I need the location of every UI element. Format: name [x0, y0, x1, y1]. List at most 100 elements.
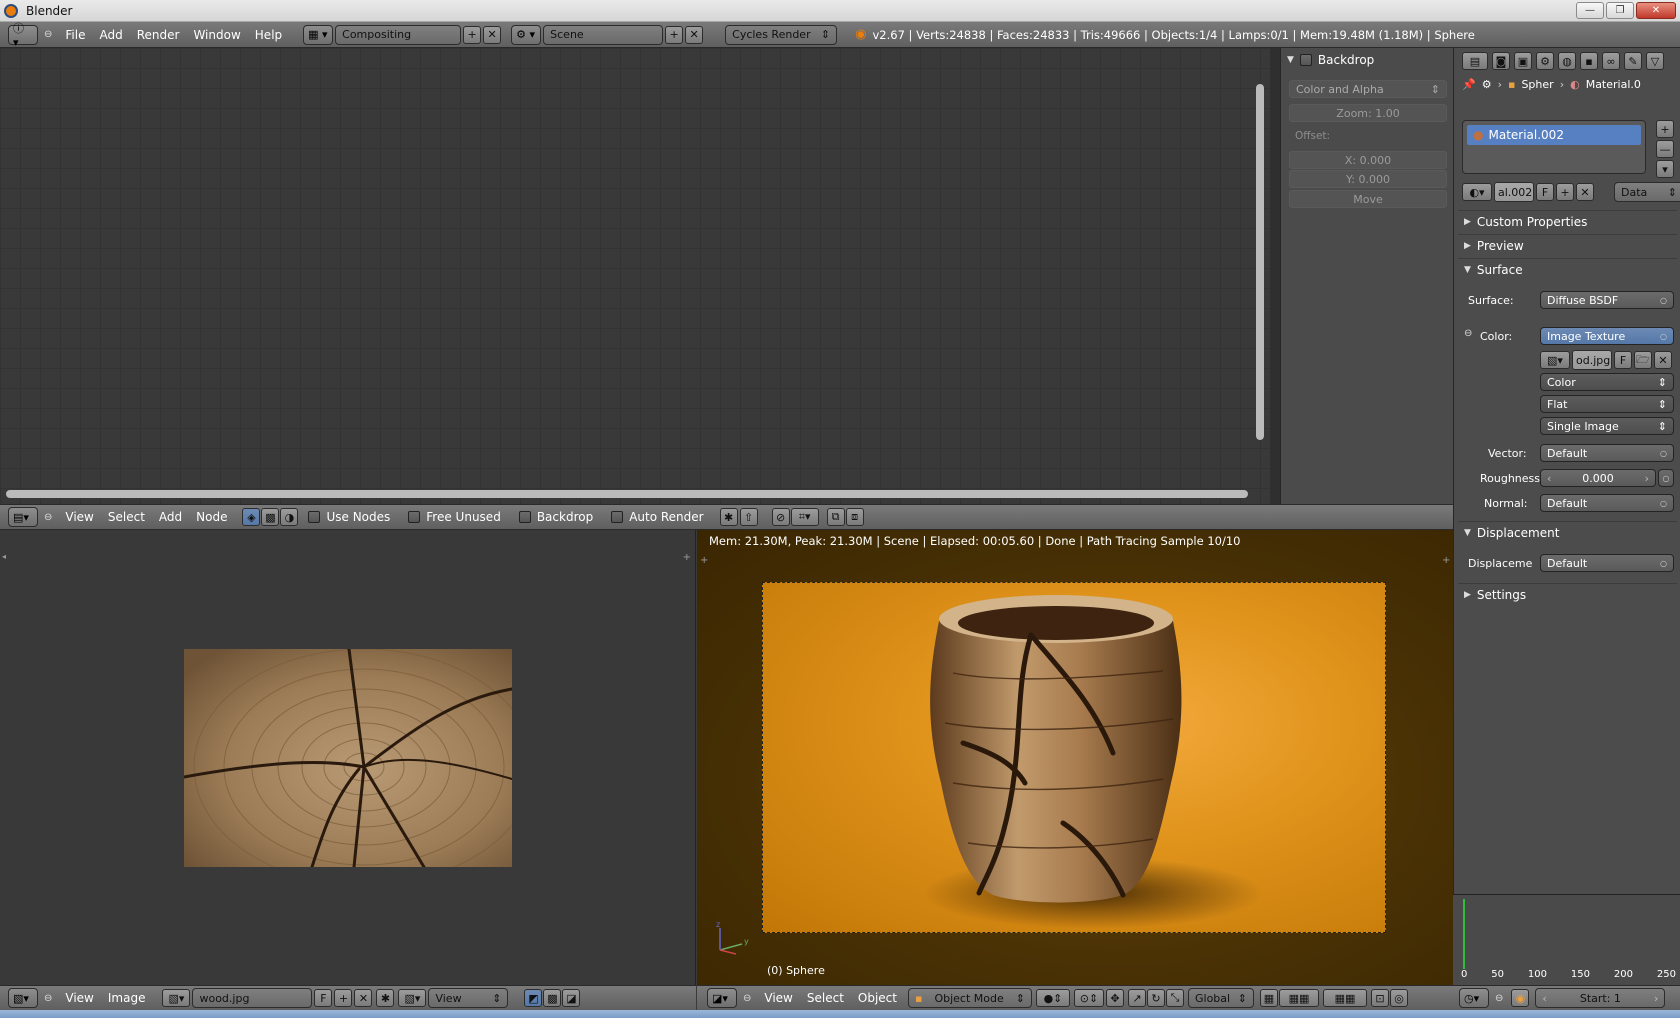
add-screen-button[interactable]: +	[463, 25, 482, 44]
unlink-image-button[interactable]: ✕	[1654, 351, 1672, 369]
editor-type-info-button[interactable]: ⓘ ▾	[8, 22, 38, 49]
color-input-dropdown[interactable]: Image Texture ○	[1540, 327, 1674, 345]
menu-add[interactable]: Add	[152, 510, 189, 524]
layer-buttons-group-1[interactable]: ▦▦	[1279, 989, 1319, 1007]
roughness-socket-button[interactable]: ○	[1658, 469, 1674, 487]
collapse-menu-icon[interactable]: ⊖	[1495, 993, 1503, 1004]
vector-input-dropdown[interactable]: Default ○	[1540, 444, 1674, 462]
image-browse-button[interactable]: ▧▾	[1540, 351, 1570, 369]
screen-layout-browse-button[interactable]: ▦ ▾	[303, 24, 334, 45]
delete-screen-button[interactable]: ✕	[483, 25, 502, 44]
draw-rgb-alpha-button[interactable]: ◩	[524, 989, 543, 1007]
increment-arrow-icon[interactable]: ›	[1645, 472, 1649, 485]
checkbox[interactable]	[518, 511, 531, 523]
manipulator-toggle-button[interactable]: ✥	[1106, 989, 1124, 1007]
image-browse-button[interactable]: ▧▾	[162, 989, 191, 1007]
region-toggle-icon[interactable]: ◂	[2, 552, 6, 561]
backdrop-panel-header[interactable]: ▼ Backdrop	[1281, 48, 1453, 72]
add-material-slot-button[interactable]: +	[1656, 120, 1674, 138]
draw-alpha-button[interactable]: ◪	[562, 989, 581, 1007]
tab-constraints[interactable]: ∞	[1602, 52, 1620, 70]
region-toggle-icon[interactable]: +	[1442, 555, 1450, 566]
collapse-menu-icon[interactable]: ⊖	[44, 512, 52, 523]
start-frame-field[interactable]: ‹ Start: 1 ›	[1535, 988, 1666, 1008]
current-frame-indicator[interactable]	[1463, 899, 1465, 969]
timeline-area[interactable]: 0 50 100 150 200 250	[1453, 894, 1680, 985]
close-button[interactable]: ✕	[1636, 2, 1676, 19]
collapse-menu-icon[interactable]: ⊖	[44, 29, 52, 40]
backdrop-move-button[interactable]: Move	[1289, 190, 1447, 208]
node-editor-canvas[interactable]	[0, 48, 1270, 504]
decrement-arrow-icon[interactable]: ‹	[1542, 992, 1546, 1005]
pin-image-button[interactable]: ✱	[376, 989, 395, 1007]
material-slot-item[interactable]: ● Material.002	[1467, 125, 1641, 145]
tab-scene[interactable]: ⚙	[1536, 52, 1554, 70]
add-scene-button[interactable]: +	[665, 25, 684, 44]
shader-nodes-button[interactable]: ◈	[242, 508, 261, 526]
image-source-dropdown[interactable]: Single Image ⇕	[1540, 417, 1674, 435]
image-name-field[interactable]: wood.jpg	[192, 988, 313, 1008]
open-image-button[interactable]: 🗁	[1634, 351, 1652, 369]
unlink-image-button[interactable]: ✕	[354, 989, 373, 1007]
parent-node-tree-button[interactable]: ⇧	[739, 508, 758, 526]
section-custom-properties[interactable]: ▶ Custom Properties	[1458, 210, 1677, 232]
section-displacement[interactable]: ▼ Displacement	[1458, 521, 1677, 543]
scale-manipulator-button[interactable]: ⤡	[1166, 989, 1184, 1007]
checkbox[interactable]	[308, 511, 321, 523]
material-specials-button[interactable]: ▾	[1656, 160, 1674, 178]
editor-type-node-button[interactable]: ▤▾	[8, 507, 38, 527]
unlink-material-button[interactable]: ✕	[1576, 183, 1594, 201]
backdrop-toggle[interactable]: Backdrop	[518, 510, 593, 524]
menu-image[interactable]: Image	[101, 991, 153, 1005]
menu-node[interactable]: Node	[189, 510, 234, 524]
section-preview[interactable]: ▶ Preview	[1458, 234, 1677, 256]
image-name-field[interactable]: od.jpg	[1572, 350, 1612, 370]
editor-type-timeline-button[interactable]: ◷▾	[1459, 988, 1489, 1008]
tab-object[interactable]: ▪	[1580, 52, 1598, 70]
material-browse-button[interactable]: ◐▾	[1462, 183, 1492, 201]
backdrop-offset-y-field[interactable]: Y: 0.000	[1289, 170, 1447, 188]
view-mode-dropdown[interactable]: View ⇕	[428, 988, 509, 1008]
image-mode-button[interactable]: ▧▾	[398, 989, 427, 1007]
snap-toggle-button[interactable]: ⊘	[771, 508, 790, 526]
tab-render-layers[interactable]: ▣	[1514, 52, 1532, 70]
render-engine-dropdown[interactable]: Cycles Render ⇕	[725, 24, 838, 45]
screen-layout-field[interactable]: Compositing	[335, 24, 462, 45]
material-fake-user-button[interactable]: F	[1536, 183, 1554, 201]
menu-view[interactable]: View	[58, 991, 100, 1005]
minimize-button[interactable]: —	[1576, 2, 1604, 19]
snap-element-dropdown[interactable]: ⌗▾	[790, 508, 819, 526]
collapse-socket-icon[interactable]: ⊖	[1464, 328, 1472, 339]
pin-icon[interactable]: 📌	[1462, 78, 1476, 91]
free-unused-toggle[interactable]: Free Unused	[408, 510, 501, 524]
menu-file[interactable]: File	[58, 28, 92, 42]
new-image-button[interactable]: +	[334, 989, 353, 1007]
region-toggle-icon[interactable]: +	[700, 555, 708, 566]
roughness-slider[interactable]: ‹ 0.000 ›	[1540, 469, 1656, 487]
layer-buttons-group-2[interactable]: ▦▦	[1323, 989, 1367, 1007]
menu-select[interactable]: Select	[101, 510, 152, 524]
collapse-menu-icon[interactable]: ⊖	[44, 993, 52, 1004]
menu-view[interactable]: View	[58, 510, 100, 524]
menu-window[interactable]: Window	[186, 28, 247, 42]
surface-shader-dropdown[interactable]: Diffuse BSDF ○	[1540, 291, 1674, 309]
material-link-dropdown[interactable]: Data ⇕	[1614, 182, 1680, 202]
collapse-menu-icon[interactable]: ⊖	[743, 993, 751, 1004]
section-surface[interactable]: ▼ Surface	[1458, 258, 1677, 280]
delete-scene-button[interactable]: ✕	[685, 25, 704, 44]
menu-help[interactable]: Help	[248, 28, 289, 42]
editor-type-3d-button[interactable]: ◪▾	[707, 988, 737, 1008]
projection-dropdown[interactable]: Flat ⇕	[1540, 395, 1674, 413]
copy-nodes-button[interactable]: ⧉	[826, 508, 845, 526]
backdrop-checkbox[interactable]	[1299, 54, 1312, 66]
checkbox[interactable]	[408, 511, 421, 523]
transform-orientation-dropdown[interactable]: Global ⇕	[1188, 988, 1254, 1008]
tab-data[interactable]: ▽	[1646, 52, 1664, 70]
scene-field[interactable]: Scene	[543, 24, 664, 45]
material-slot-list[interactable]: ● Material.002	[1462, 120, 1646, 174]
use-nodes-toggle[interactable]: Use Nodes	[308, 510, 390, 524]
scene-browse-button[interactable]: ⚙ ▾	[511, 24, 542, 45]
menu-add[interactable]: Add	[92, 28, 129, 42]
menu-object[interactable]: Object	[851, 991, 904, 1005]
node-editor-horizontal-scrollbar[interactable]	[6, 490, 1248, 498]
